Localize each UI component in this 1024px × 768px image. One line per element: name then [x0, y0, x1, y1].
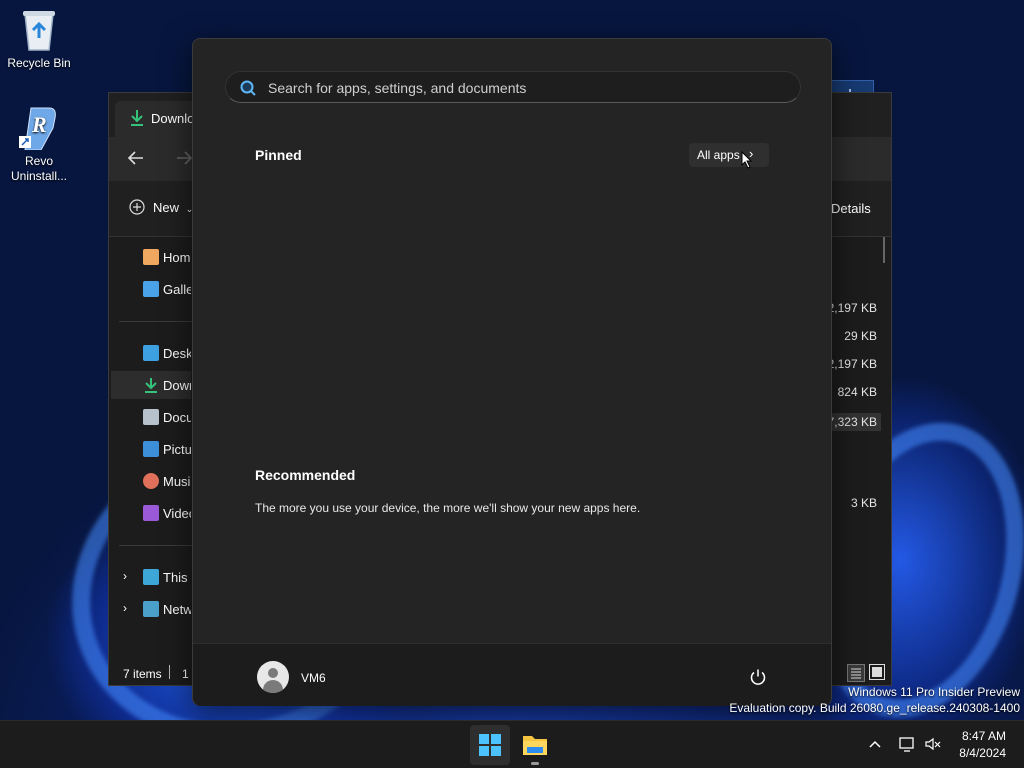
gallery-icon: [143, 281, 159, 297]
explorer-tab-label: Downlo: [151, 111, 195, 126]
windows-watermark: Windows 11 Pro Insider Preview Evaluatio…: [729, 684, 1020, 716]
mouse-cursor-icon: [741, 150, 753, 174]
sidebar-item-label: Gallery: [163, 282, 191, 297]
file-size: 2,197 KB: [827, 357, 877, 371]
sidebar-item-desktop[interactable]: Desktop: [111, 339, 191, 367]
explorer-sidebar: Home Gallery Desktop Downloads Documents…: [109, 237, 193, 657]
revo-uninstaller-icon: R: [19, 106, 59, 151]
sidebar-divider: [119, 545, 193, 546]
chevron-right-icon: ›: [123, 569, 127, 583]
file-size: 29 KB: [844, 329, 877, 343]
file-size: 3 KB: [850, 496, 877, 510]
volume-muted-icon[interactable]: [924, 735, 942, 758]
tiles-view-inner: [872, 667, 882, 677]
clock-time: 8:47 AM: [961, 729, 1006, 743]
sidebar-item-downloads[interactable]: Downloads: [111, 371, 191, 399]
status-divider: [169, 665, 170, 679]
documents-folder-icon: [143, 409, 159, 425]
sidebar-item-label: This PC: [163, 570, 191, 585]
desktop-icon-label: Recycle Bin: [7, 56, 71, 70]
sidebar-item-pictures[interactable]: Pictures: [111, 435, 191, 463]
sidebar-item-gallery[interactable]: Gallery: [111, 275, 191, 303]
start-search-input[interactable]: [268, 78, 788, 98]
all-apps-label: All apps: [697, 148, 740, 162]
sidebar-divider: [119, 321, 193, 322]
sidebar-item-music[interactable]: Music: [111, 467, 191, 495]
recommended-title: Recommended: [255, 467, 356, 483]
new-button-label: New: [153, 200, 180, 215]
details-button[interactable]: Details: [831, 201, 871, 216]
taskbar-clock[interactable]: 8:47 AM 8/4/2024: [959, 728, 1006, 762]
sidebar-item-label: Home: [163, 250, 191, 265]
tiles-view-icon[interactable]: [869, 664, 885, 680]
sidebar-item-label: Videos: [163, 506, 191, 521]
desktop-icon-label: Revo Uninstall...: [10, 154, 68, 183]
list-view-icon[interactable]: [847, 664, 865, 682]
avatar: [257, 661, 289, 693]
sidebar-item-videos[interactable]: Videos: [111, 499, 191, 527]
videos-folder-icon: [143, 505, 159, 521]
desktop-icon-recycle-bin[interactable]: Recycle Bin: [1, 8, 77, 71]
user-name: VM6: [301, 671, 326, 685]
chevron-right-icon: ›: [123, 601, 127, 615]
desktop-folder-icon: [143, 345, 159, 361]
sidebar-item-label: Desktop: [163, 346, 191, 361]
start-button[interactable]: [470, 725, 510, 765]
clock-date: 8/4/2024: [959, 746, 1006, 760]
watermark-line-1: Windows 11 Pro Insider Preview: [848, 685, 1020, 699]
network-icon: [143, 601, 159, 617]
plus-icon: [129, 199, 145, 218]
file-size: 7,323 KB: [823, 413, 881, 431]
sidebar-item-label: Pictures: [163, 442, 191, 457]
running-indicator: [531, 762, 539, 765]
downloads-folder-icon: [143, 377, 159, 393]
sidebar-item-home[interactable]: Home: [111, 243, 191, 271]
sidebar-item-documents[interactable]: Documents: [111, 403, 191, 431]
sidebar-item-label: Music: [163, 474, 191, 489]
search-icon: [240, 80, 256, 96]
this-pc-icon: [143, 569, 159, 585]
start-search-box[interactable]: [225, 71, 801, 103]
avatar-head: [268, 668, 278, 678]
sidebar-item-label: Downloads: [163, 378, 191, 393]
chevron-up-icon[interactable]: [868, 737, 882, 756]
file-size: 824 KB: [837, 385, 877, 399]
start-menu: Pinned All apps › Recommended The more y…: [192, 38, 832, 706]
avatar-body: [263, 680, 283, 693]
downloads-icon: [129, 109, 145, 130]
home-icon: [143, 249, 159, 265]
folder-icon: [523, 736, 547, 755]
pinned-title: Pinned: [255, 147, 302, 163]
watermark-line-2: Evaluation copy. Build 26080.ge_release.…: [729, 701, 1020, 715]
taskbar: 8:47 AM 8/4/2024: [0, 720, 1024, 768]
pinned-apps-grid: [225, 179, 801, 459]
svg-text:R: R: [31, 112, 47, 137]
back-arrow-icon[interactable]: [127, 149, 145, 172]
explorer-scrollbar[interactable]: [883, 237, 885, 263]
music-folder-icon: [143, 473, 159, 489]
user-account-button[interactable]: VM6: [249, 654, 349, 700]
desktop-icon-revo-uninstaller[interactable]: R Revo Uninstall...: [1, 106, 77, 184]
forward-arrow-icon[interactable]: [175, 149, 193, 172]
sidebar-item-network[interactable]: › Network: [111, 595, 191, 623]
file-size: 2,197 KB: [827, 301, 877, 315]
all-apps-button[interactable]: All apps ›: [689, 143, 769, 167]
status-item-count: 7 items: [123, 667, 162, 681]
network-status-icon[interactable]: [898, 735, 916, 758]
sidebar-item-this-pc[interactable]: › This PC: [111, 563, 191, 591]
windows-logo-icon: [479, 734, 501, 756]
recommended-empty-message: The more you use your device, the more w…: [255, 501, 641, 515]
pictures-folder-icon: [143, 441, 159, 457]
recycle-bin-icon: [19, 8, 59, 52]
file-explorer-taskbar-button[interactable]: [515, 725, 555, 765]
sidebar-item-label: Documents: [163, 410, 191, 425]
new-button[interactable]: New ⌄: [129, 199, 193, 218]
sidebar-item-label: Network: [163, 602, 191, 617]
